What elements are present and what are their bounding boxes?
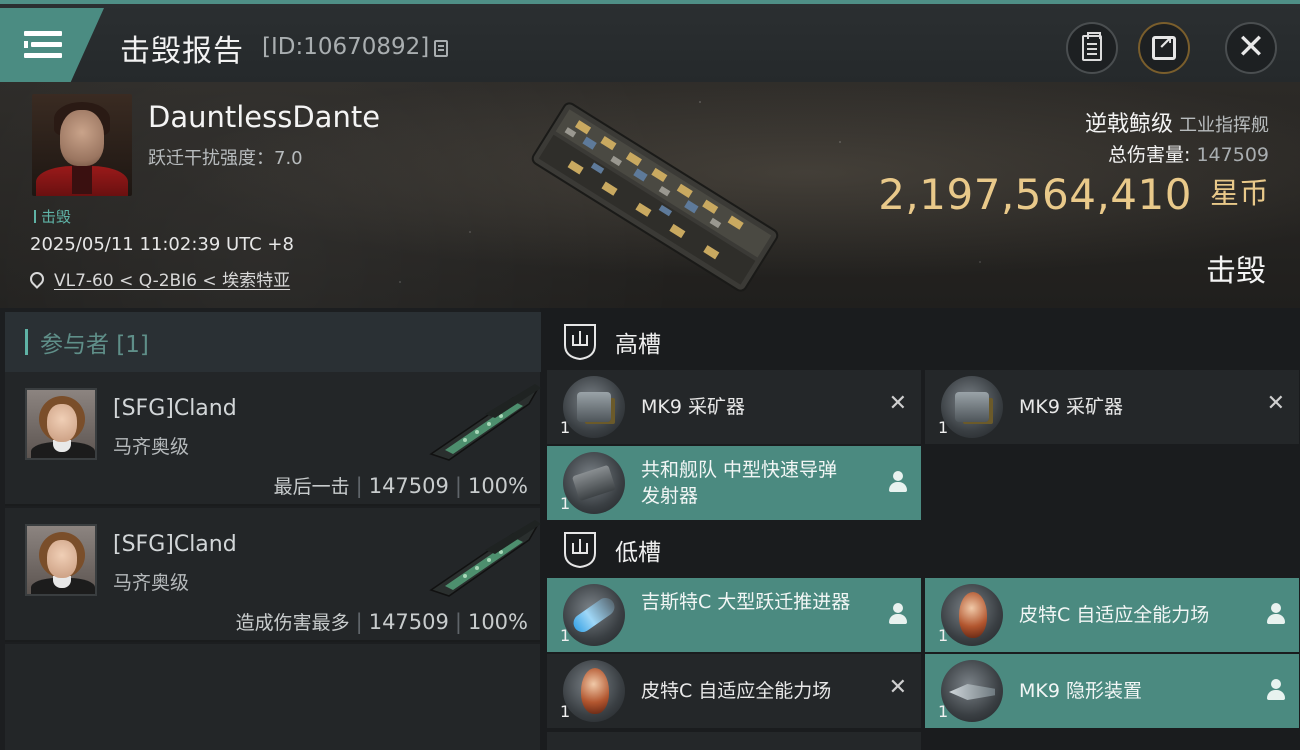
module-name: 皮特C 自适应全能力场 bbox=[1019, 604, 1210, 626]
module-quantity: 1 bbox=[938, 702, 949, 721]
clipboard-icon bbox=[1082, 32, 1102, 61]
missile-launcher-icon bbox=[563, 452, 625, 514]
ship-class-name: 逆戟鲸级 bbox=[1084, 112, 1173, 137]
module-slot[interactable]: 1 MK9 采矿器 ✕ bbox=[547, 370, 921, 444]
total-damage-label: 总伤害量: bbox=[1108, 144, 1191, 166]
participants-header: 参与者 [1] bbox=[5, 312, 541, 372]
attacker-percent: 100% bbox=[467, 610, 528, 634]
isk-value: 2,197,564,410 星币 bbox=[878, 170, 1269, 219]
dropped-person-icon bbox=[1267, 679, 1285, 701]
module-slot[interactable]: 1 吉斯特C 大型跃迁推进器 bbox=[547, 578, 921, 652]
high-slots-title: 高槽 bbox=[615, 332, 661, 358]
attacker-damage: 147509 bbox=[368, 474, 449, 498]
module-name: MK9 采矿器 bbox=[1019, 396, 1123, 418]
module-name: MK9 采矿器 bbox=[641, 396, 745, 418]
attacker-role: 造成伤害最多 bbox=[235, 612, 350, 634]
attacker-stats: 造成伤害最多 | 147509 | 100% bbox=[235, 610, 528, 634]
module-quantity: 1 bbox=[938, 418, 949, 437]
module-name: 共和舰队 中型快速导弹发射器 bbox=[641, 459, 838, 507]
page-title: 击毁报告 bbox=[120, 34, 244, 69]
isk-unit: 星币 bbox=[1209, 176, 1269, 210]
cloaking-device-icon bbox=[941, 660, 1003, 722]
clipboard-button[interactable] bbox=[1066, 22, 1118, 74]
copy-icon[interactable] bbox=[434, 40, 448, 57]
warp-disruption-strength: 跃迁干扰强度：7.0 bbox=[148, 148, 303, 169]
attacker-ship: 马齐奥级 bbox=[113, 572, 190, 594]
victim-name[interactable]: DauntlessDante bbox=[148, 100, 380, 134]
top-bar: 击毁报告 [ID:10670892] ✕ bbox=[0, 0, 1300, 82]
dropped-person-icon bbox=[889, 471, 907, 493]
attacker-name: [SFG]Cland bbox=[113, 396, 237, 421]
module-name: 吉斯特C 大型跃迁推进器 bbox=[641, 591, 851, 613]
attacker-stats: 最后一击 | 147509 | 100% bbox=[273, 474, 528, 498]
module-name: MK9 隐形装置 bbox=[1019, 680, 1142, 702]
victim-ship-class[interactable]: 逆戟鲸级 工业指挥舰 bbox=[1085, 106, 1269, 138]
menu-button[interactable] bbox=[0, 8, 104, 82]
mining-laser-icon bbox=[563, 376, 625, 438]
low-slots-title: 低槽 bbox=[615, 540, 661, 566]
ship-type: 工业指挥舰 bbox=[1179, 115, 1269, 136]
participants-empty-area bbox=[5, 644, 540, 750]
module-quantity: 1 bbox=[560, 418, 571, 437]
attacker-damage: 147509 bbox=[368, 610, 449, 634]
attacker-ship-image bbox=[429, 384, 541, 461]
mining-laser-icon bbox=[941, 376, 1003, 438]
module-slot[interactable]: 1 皮特C 自适应全能力场 ✕ bbox=[547, 654, 921, 728]
share-button[interactable] bbox=[1138, 22, 1190, 74]
attacker-ship: 马齐奥级 bbox=[113, 436, 190, 458]
attacker-row[interactable]: [SFG]Cland 马齐奥级 造成伤害最多 | 147509 | 100% bbox=[5, 508, 541, 642]
module-name: 皮特C 自适应全能力场 bbox=[641, 680, 832, 702]
kill-summary: DauntlessDante 跃迁干扰强度：7.0 击毁 2025/05/11 … bbox=[0, 82, 1300, 308]
attacker-percent: 100% bbox=[467, 474, 528, 498]
module-quantity: 1 bbox=[560, 626, 571, 645]
attacker-portrait[interactable] bbox=[25, 388, 97, 460]
attacker-name: [SFG]Cland bbox=[113, 532, 237, 557]
fitting-panel: 高槽 1 MK9 采矿器 ✕ 1 MK9 采矿器 ✕ 1 共和舰队 中型快速导弹… bbox=[545, 308, 1300, 750]
dropped-person-icon bbox=[889, 603, 907, 625]
kill-status: 击毁 bbox=[1206, 254, 1266, 289]
shield-hardener-icon bbox=[563, 660, 625, 722]
kill-time: 2025/05/11 11:02:39 UTC +8 bbox=[30, 234, 294, 255]
total-damage-value: 147509 bbox=[1196, 144, 1269, 166]
victim-portrait[interactable] bbox=[32, 94, 132, 196]
close-button[interactable]: ✕ bbox=[1225, 22, 1277, 74]
location-text[interactable]: VL7-60 < Q-2BI6 < 埃索特亚 bbox=[54, 266, 290, 291]
kill-tag: 击毁 bbox=[34, 206, 71, 227]
microwarpdrive-icon bbox=[563, 584, 625, 646]
dropped-person-icon bbox=[1267, 603, 1285, 625]
module-slot[interactable]: 1 共和舰队 中型快速导弹发射器 bbox=[547, 446, 921, 520]
destroyed-icon: ✕ bbox=[888, 675, 907, 700]
participants-title: 参与者 [1] bbox=[40, 332, 149, 358]
report-id: [ID:10670892] bbox=[262, 34, 430, 60]
total-damage: 总伤害量: 147509 bbox=[1108, 140, 1269, 167]
destroyed-icon: ✕ bbox=[888, 391, 907, 416]
hamburger-icon bbox=[24, 31, 62, 59]
module-quantity: 1 bbox=[560, 494, 571, 513]
module-quantity: 1 bbox=[938, 626, 949, 645]
module-slot-partial[interactable] bbox=[547, 732, 921, 750]
low-slot-icon bbox=[564, 532, 596, 569]
destroyed-icon: ✕ bbox=[1266, 391, 1285, 416]
attacker-row[interactable]: [SFG]Cland 马齐奥级 最后一击 | 147509 | 100% bbox=[5, 372, 541, 506]
module-slot[interactable]: 1 MK9 采矿器 ✕ bbox=[925, 370, 1299, 444]
isk-amount: 2,197,564,410 bbox=[878, 170, 1192, 219]
low-slots-header: 低槽 bbox=[545, 520, 661, 580]
share-icon bbox=[1152, 33, 1176, 60]
module-slot[interactable]: 1 MK9 隐形装置 bbox=[925, 654, 1299, 728]
high-slots-header: 高槽 bbox=[545, 312, 661, 372]
participants-panel: 参与者 [1] [SFG]Cland 马齐奥级 最后一击 | 147509 | 100%… bbox=[0, 308, 541, 750]
shield-hardener-icon bbox=[941, 584, 1003, 646]
location-pin-icon bbox=[27, 268, 47, 289]
high-slot-icon bbox=[564, 324, 596, 361]
victim-ship-image bbox=[531, 102, 779, 292]
attacker-portrait[interactable] bbox=[25, 524, 97, 596]
attacker-role: 最后一击 bbox=[273, 476, 350, 498]
close-icon: ✕ bbox=[1236, 27, 1266, 67]
module-quantity: 1 bbox=[560, 702, 571, 721]
attacker-ship-image bbox=[429, 520, 541, 597]
location-link[interactable]: VL7-60 < Q-2BI6 < 埃索特亚 bbox=[27, 266, 290, 291]
module-slot[interactable]: 1 皮特C 自适应全能力场 bbox=[925, 578, 1299, 652]
